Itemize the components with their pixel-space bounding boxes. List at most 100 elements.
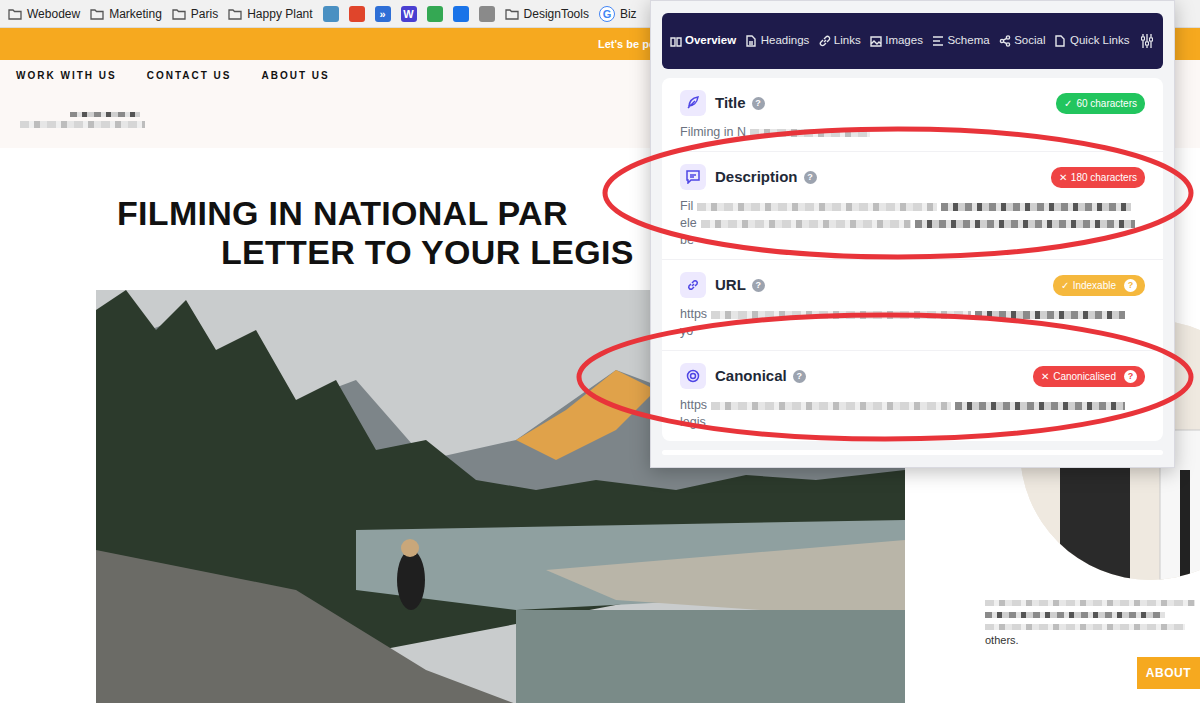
banner-text[interactable]: Let's be pe [598, 36, 655, 53]
image-icon [870, 35, 882, 47]
bookmark-label[interactable]: DesignTools [524, 5, 589, 23]
extension-tab[interactable]: Schema [932, 32, 989, 49]
site-favicon-icon[interactable] [349, 6, 365, 22]
extension-tab[interactable]: Quick Links [1055, 32, 1129, 49]
site-favicon-icon[interactable] [479, 6, 495, 22]
badge-icon: ✕ [1041, 369, 1049, 384]
extension-tab[interactable]: Overview [670, 32, 736, 49]
extension-tabs: Overview Headings Links Images Schema Social Q… [662, 13, 1163, 69]
badge-help-icon[interactable]: ? [1124, 279, 1137, 292]
redacted-text [697, 203, 937, 211]
help-icon[interactable]: ? [752, 97, 765, 110]
tab-label[interactable]: Headings [761, 32, 810, 49]
item-label: Canonical [715, 365, 787, 388]
tab-label[interactable]: Links [834, 32, 861, 49]
bookmark-label[interactable]: Happy Plant [247, 5, 312, 23]
status-badge: ✕180 characters [1051, 167, 1145, 188]
value-line: ele [680, 215, 1145, 232]
item-header: URL? ✓ Indexable? [680, 272, 1145, 298]
value-line: be [680, 232, 1145, 249]
favicon-glyph: W [403, 8, 413, 20]
extension-tab[interactable]: Links [819, 32, 861, 49]
nav-link[interactable]: CONTACT US [147, 68, 232, 83]
folder-icon [228, 8, 242, 20]
bookmark-item[interactable] [323, 6, 339, 22]
message-icon [686, 170, 700, 184]
bookmark-item[interactable] [453, 6, 469, 22]
tab-label[interactable]: Schema [947, 32, 989, 49]
extension-tab[interactable]: Social [999, 32, 1045, 49]
bookmark-item[interactable]: Paris [172, 5, 218, 23]
bookmark-item[interactable]: DesignTools [505, 5, 589, 23]
help-icon[interactable]: ? [752, 279, 765, 292]
help-icon[interactable]: ? [793, 370, 806, 383]
status-badge: ✓60 characters [1056, 93, 1145, 114]
bookmark-item[interactable] [349, 6, 365, 22]
bookmark-item[interactable]: Happy Plant [228, 5, 312, 23]
tab-label[interactable]: Overview [685, 32, 736, 49]
site-favicon-icon[interactable]: » [375, 6, 391, 22]
settings-sliders-icon[interactable] [1139, 33, 1155, 49]
help-glyph: ? [756, 280, 762, 290]
tab-label[interactable]: Quick Links [1070, 32, 1129, 49]
nav-link[interactable]: WORK WITH US [16, 68, 117, 83]
link-icon [819, 35, 831, 47]
site-favicon-icon[interactable] [453, 6, 469, 22]
redacted-text [915, 220, 1135, 228]
value-line: https [680, 397, 1145, 414]
nav-link[interactable]: ABOUT US [261, 68, 329, 83]
redacted-line [985, 612, 1165, 618]
redacted-logo [20, 121, 145, 129]
badge-text: Indexable [1073, 278, 1116, 293]
badge-text: Canonicalised [1053, 369, 1116, 384]
bookmark-item[interactable]: » [375, 6, 391, 22]
bookmark-item[interactable]: G Biz [599, 5, 637, 23]
tab-label[interactable]: Images [885, 32, 923, 49]
value-line: legis [680, 414, 1145, 431]
extension-tab[interactable]: Headings [746, 32, 810, 49]
site-favicon-icon[interactable]: G [599, 6, 615, 22]
bookmark-label[interactable]: Webodew [27, 5, 80, 23]
redacted-text [955, 402, 1125, 410]
overview-item: Title?✓60 charactersFilming in N [662, 78, 1163, 152]
redacted-line [985, 624, 1185, 630]
help-glyph: ? [807, 172, 813, 182]
bookmark-item[interactable]: W [401, 6, 417, 22]
site-favicon-icon[interactable] [323, 6, 339, 22]
help-glyph: ? [796, 371, 802, 381]
button-row: ABOUT [905, 649, 1200, 689]
page-icon [1055, 35, 1067, 47]
site-favicon-icon[interactable] [427, 6, 443, 22]
value-text: yo [680, 323, 693, 340]
site-logo[interactable] [20, 112, 145, 128]
item-icon-box [680, 164, 706, 190]
book-icon [670, 35, 682, 47]
item-value: Filelebe [680, 198, 1145, 249]
extension-tab[interactable]: Images [870, 32, 923, 49]
item-label: URL [715, 274, 746, 297]
badge-help-icon[interactable]: ? [1124, 370, 1137, 383]
help-glyph: ? [1128, 371, 1134, 381]
tab-label[interactable]: Social [1014, 32, 1045, 49]
site-favicon-icon[interactable]: W [401, 6, 417, 22]
bookmark-label[interactable]: Marketing [109, 5, 162, 23]
item-value: httpslegis [680, 397, 1145, 431]
bookmark-label[interactable]: Paris [191, 5, 218, 23]
item-label: Title [715, 92, 746, 115]
redacted-text [941, 203, 1131, 211]
value-line: yo [680, 323, 1145, 340]
item-header: Description?✕180 characters [680, 164, 1145, 190]
value-text: be [680, 232, 694, 249]
bookmark-item[interactable]: Webodew [8, 5, 80, 23]
help-glyph: ? [755, 98, 761, 108]
folder-icon [505, 8, 519, 20]
bookmark-label[interactable]: Biz [620, 5, 637, 23]
bookmark-item[interactable]: Marketing [90, 5, 162, 23]
value-text: Fil [680, 198, 693, 215]
list-icon [932, 35, 944, 47]
help-icon[interactable]: ? [804, 171, 817, 184]
badge-icon: ✓ [1061, 278, 1069, 293]
bookmark-item[interactable] [427, 6, 443, 22]
bookmark-item[interactable] [479, 6, 495, 22]
about-button[interactable]: ABOUT [1137, 657, 1200, 689]
